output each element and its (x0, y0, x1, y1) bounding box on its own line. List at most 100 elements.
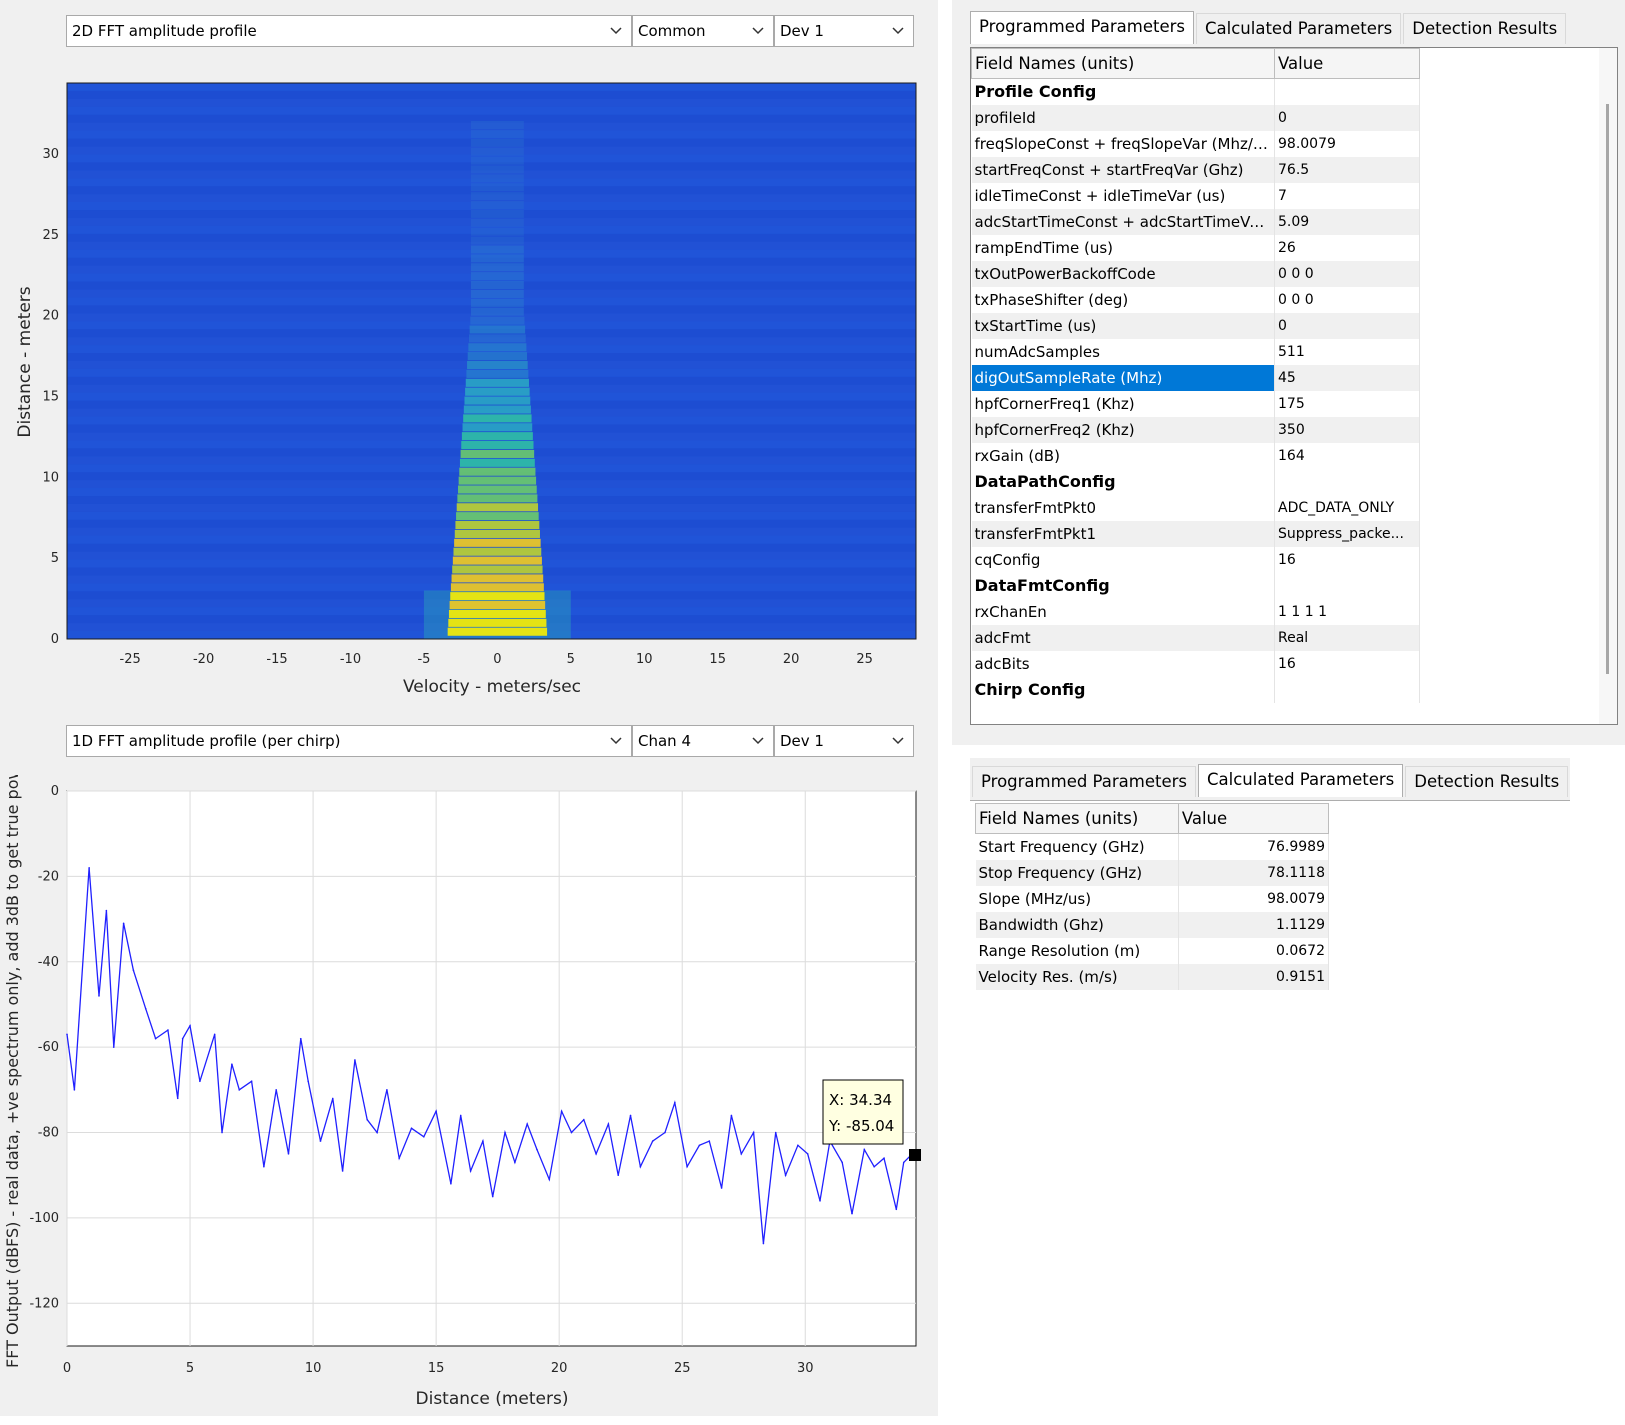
heatmap-cell (470, 289, 524, 298)
table-row[interactable]: adcStartTimeConst + adcStartTimeVar (...… (971, 208, 1420, 235)
table-row[interactable]: adcBits 16 (971, 650, 1420, 677)
range-doppler-heatmap[interactable]: Distance - meters Velocity - meters/sec … (0, 60, 930, 710)
field-name: Chirp Config (971, 676, 1275, 703)
table-group-row[interactable]: Profile Config (971, 78, 1420, 105)
table-row[interactable]: numAdcSamples 511 (971, 338, 1420, 365)
heatmap-cell (470, 200, 524, 210)
channel-select[interactable]: Common (632, 15, 774, 47)
table-row[interactable]: Range Resolution (m) 0.0672 (975, 937, 1330, 964)
data-tip-marker (909, 1149, 921, 1161)
table-row[interactable]: txOutPowerBackoffCode 0 0 0 (971, 260, 1420, 287)
column-header-field[interactable]: Field Names (units) (971, 48, 1275, 79)
heatmap-cell (467, 352, 528, 361)
tab-detection-results[interactable]: Detection Results (1403, 13, 1567, 44)
channel-select-bottom[interactable]: Chan 4 (632, 725, 774, 757)
view-select-bottom[interactable]: 1D FFT amplitude profile (per chirp) (66, 725, 632, 757)
data-point (88, 867, 90, 869)
table-row[interactable]: txPhaseShifter (deg) 0 0 0 (971, 286, 1420, 313)
table-row[interactable]: rampEndTime (us) 26 (971, 234, 1420, 261)
range-profile-chart[interactable]: 0 -20 -40 -60 -80 -100 -120 0 5 10 15 20 25 30 X: 34… (0, 775, 935, 1415)
heatmap-cell (458, 485, 537, 494)
data-point (423, 1136, 425, 1138)
data-point (105, 909, 108, 912)
data-point (307, 1080, 309, 1083)
table-row[interactable]: profileId 0 (971, 104, 1420, 131)
table-row[interactable]: Velocity Res. (m/s) 0.9151 (975, 963, 1330, 990)
table-row[interactable]: transferFmtPkt1 Suppress_packe... (971, 520, 1420, 547)
x-tick-label: 10 (636, 652, 653, 667)
heatmap-cell (470, 174, 524, 183)
heatmap-cell (465, 378, 529, 387)
x-tick-label: 5 (567, 652, 575, 667)
data-point (132, 969, 135, 972)
data-point (526, 1123, 528, 1125)
table-group-row[interactable]: Chirp Config (971, 676, 1420, 703)
data-point (664, 1131, 666, 1134)
data-point (154, 1037, 157, 1040)
table-group-row[interactable]: DataFmtConfig (971, 572, 1420, 599)
field-name: digOutSampleRate (Mhz) (971, 364, 1275, 391)
field-value: 1.1129 (1178, 911, 1330, 938)
heatmap-cell (451, 574, 544, 583)
field-name: Slope (MHz/us) (975, 885, 1179, 912)
table-row[interactable]: hpfCornerFreq2 (Khz) 350 (971, 416, 1420, 443)
field-value: 76.5 (1274, 156, 1420, 183)
table-row[interactable]: txStartTime (us) 0 (971, 312, 1420, 339)
device-select-bottom[interactable]: Dev 1 (774, 725, 914, 757)
table-row[interactable]: hpfCornerFreq1 (Khz) 175 (971, 390, 1420, 417)
x-tick-label: 15 (428, 1361, 445, 1376)
field-name: freqSlopeConst + freqSlopeVar (Mhz/us) (971, 130, 1275, 157)
data-point (639, 1165, 642, 1168)
heatmap-stripe (67, 90, 916, 99)
data-point (167, 1029, 169, 1031)
field-value: Suppress_packe... (1274, 520, 1420, 547)
data-point (176, 1097, 179, 1100)
tab-detection-results[interactable]: Detection Results (1405, 766, 1569, 797)
data-point (617, 1174, 620, 1177)
data-point (386, 1089, 388, 1091)
table-row[interactable]: Bandwidth (Ghz) 1.1129 (975, 911, 1330, 938)
data-point (238, 1089, 241, 1091)
y-tick-label: 20 (42, 309, 59, 324)
tab-calculated-parameters[interactable]: Calculated Parameters (1196, 13, 1402, 44)
tab-programmed-parameters[interactable]: Programmed Parameters (972, 766, 1197, 797)
plots-panel: 2D FFT amplitude profile Common Dev 1 Di… (0, 0, 938, 1416)
field-value: 511 (1274, 338, 1420, 365)
data-point (686, 1165, 688, 1168)
field-name: rampEndTime (us) (971, 234, 1275, 261)
table-row[interactable]: freqSlopeConst + freqSlopeVar (Mhz/us) 98… (971, 130, 1420, 157)
column-header-value[interactable]: Value (1177, 803, 1330, 834)
table-row[interactable]: idleTimeConst + idleTimeVar (us) 7 (971, 182, 1420, 209)
data-point (548, 1178, 551, 1181)
table-row[interactable]: Start Frequency (GHz) 76.9989 (975, 833, 1330, 860)
heatmap-cell (470, 245, 524, 254)
heatmap-cell (470, 165, 524, 174)
data-point (122, 922, 125, 925)
table-row[interactable]: transferFmtPkt0 ADC_DATA_ONLY (971, 494, 1420, 521)
calculated-tabs: Programmed Parameters Calculated Paramet… (972, 764, 1570, 797)
table-group-row[interactable]: DataPathConfig (971, 468, 1420, 495)
data-point (570, 1131, 573, 1134)
vertical-scrollbar[interactable] (1599, 48, 1617, 724)
table-row[interactable]: rxChanEn 1 1 1 1 (971, 598, 1420, 625)
table-row[interactable]: Stop Frequency (GHz) 78.1118 (975, 859, 1330, 886)
field-value: 175 (1274, 390, 1420, 417)
table-row[interactable]: adcFmt Real (971, 624, 1420, 651)
view-select[interactable]: 2D FFT amplitude profile (66, 15, 632, 47)
field-name: txOutPowerBackoffCode (971, 260, 1275, 287)
column-header-value[interactable]: Value (1274, 48, 1420, 79)
column-header-field[interactable]: Field Names (units) (975, 803, 1179, 834)
table-row[interactable]: rxGain (dB) 164 (971, 442, 1420, 469)
heatmap-cell (470, 254, 524, 263)
tab-calculated-parameters[interactable]: Calculated Parameters (1198, 764, 1404, 797)
scrollbar-thumb[interactable] (1606, 104, 1609, 674)
tab-programmed-parameters[interactable]: Programmed Parameters (970, 11, 1195, 44)
table-row[interactable]: digOutSampleRate (Mhz) 45 (971, 364, 1420, 391)
table-row[interactable]: Slope (MHz/us) 98.0079 (975, 885, 1330, 912)
table-row[interactable]: startFreqConst + startFreqVar (Ghz) 76.5 (971, 156, 1420, 183)
data-point (319, 1140, 322, 1142)
table-row[interactable]: cqConfig 16 (971, 546, 1420, 573)
device-select[interactable]: Dev 1 (774, 15, 914, 47)
heatmap-cell (470, 218, 524, 227)
y-tick-label: -100 (29, 1211, 59, 1226)
